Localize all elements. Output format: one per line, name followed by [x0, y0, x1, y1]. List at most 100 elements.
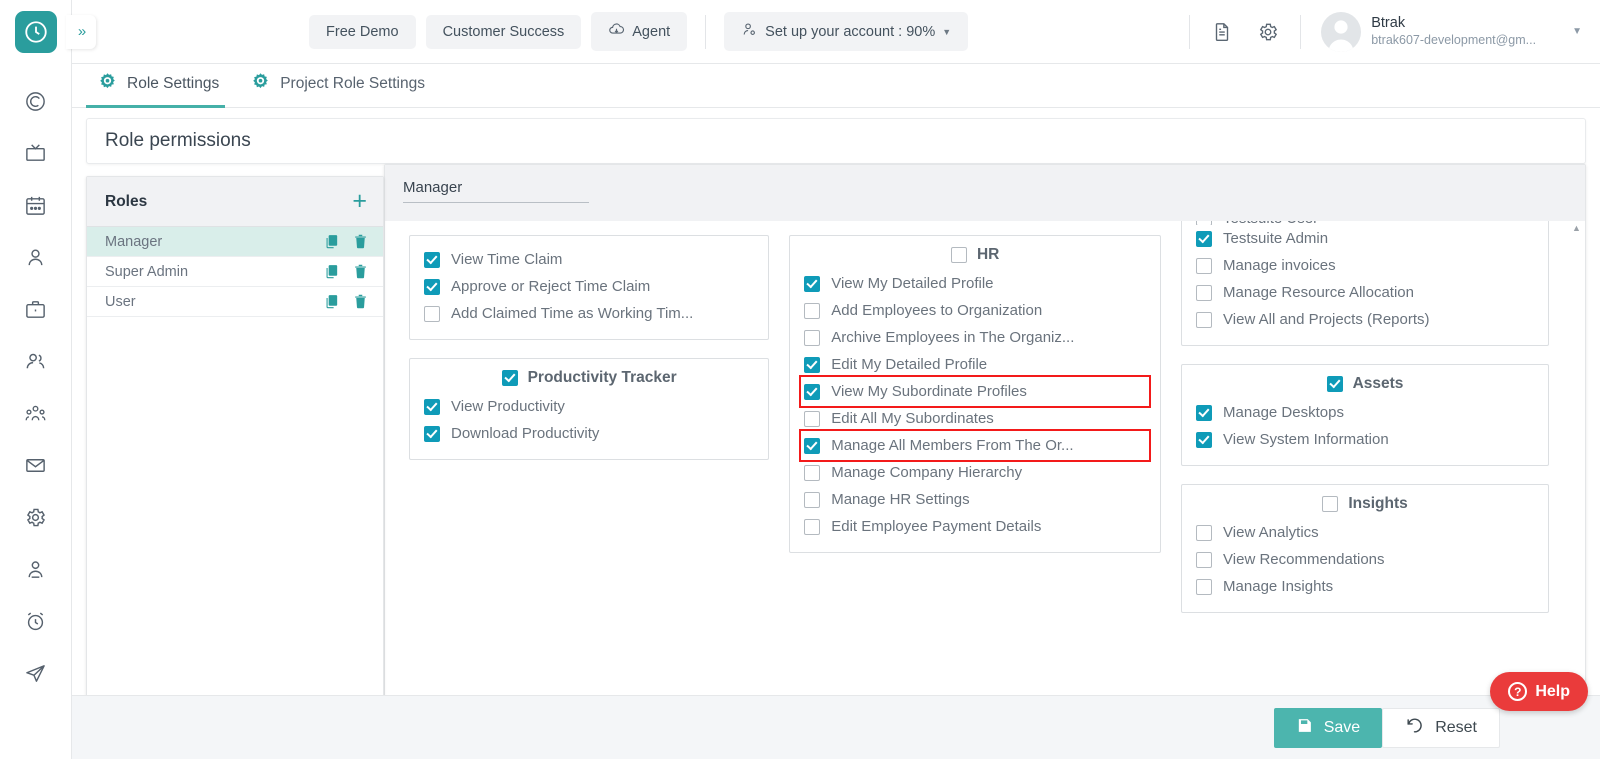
checkbox[interactable] [1196, 231, 1212, 247]
checkbox[interactable] [1322, 496, 1338, 512]
checkbox[interactable] [1196, 552, 1212, 568]
copy-icon[interactable] [323, 263, 340, 280]
permission-option[interactable]: View Analytics [1194, 519, 1536, 546]
checkbox[interactable] [1196, 285, 1212, 301]
user-badge-icon[interactable] [14, 550, 58, 588]
copy-icon[interactable] [323, 233, 340, 250]
chevron-double-right-icon[interactable]: » [66, 15, 96, 49]
permission-option[interactable]: View Recommendations [1194, 546, 1536, 573]
gear-icon[interactable] [14, 498, 58, 536]
permission-option[interactable]: Manage Company Hierarchy [802, 459, 1148, 486]
permission-option[interactable]: Manage Insights [1194, 573, 1536, 600]
send-paper-plane-icon[interactable] [14, 654, 58, 692]
trash-icon[interactable] [352, 293, 369, 310]
permission-label: View Recommendations [1223, 551, 1384, 568]
permission-option[interactable]: View System Information [1194, 426, 1536, 453]
users-icon[interactable] [14, 342, 58, 380]
permission-option[interactable]: Add Employees to Organization [802, 297, 1148, 324]
checkbox[interactable] [804, 303, 820, 319]
checkbox[interactable] [804, 357, 820, 373]
mail-icon[interactable] [14, 446, 58, 484]
checkbox[interactable] [502, 370, 518, 386]
permission-option[interactable]: View My Detailed Profile [802, 270, 1148, 297]
checkbox[interactable] [804, 411, 820, 427]
checkbox[interactable] [1196, 258, 1212, 274]
checkbox[interactable] [1196, 221, 1212, 225]
chevron-down-icon[interactable]: ▼ [1572, 26, 1582, 37]
role-row-user[interactable]: User [87, 287, 383, 317]
document-icon[interactable] [1200, 10, 1244, 54]
checkbox[interactable] [804, 384, 820, 400]
permission-option[interactable]: Add Claimed Time as Working Tim... [422, 300, 756, 327]
role-name-input[interactable] [403, 179, 589, 203]
setup-account-button[interactable]: Set up your account : 90% ▼ [724, 12, 968, 51]
checkbox[interactable] [1327, 376, 1343, 392]
permission-option[interactable]: Manage Desktops [1194, 399, 1536, 426]
tv-monitor-icon[interactable] [14, 134, 58, 172]
checkbox[interactable] [804, 492, 820, 508]
target-spiral-icon[interactable] [14, 82, 58, 120]
permission-option[interactable]: View All and Projects (Reports) [1194, 306, 1536, 333]
alarm-clock-icon[interactable] [14, 602, 58, 640]
checkbox[interactable] [1196, 525, 1212, 541]
permission-group-title-row[interactable]: Insights [1194, 495, 1536, 513]
role-row-super-admin[interactable]: Super Admin [87, 257, 383, 287]
permission-option[interactable]: Archive Employees in The Organiz... [802, 324, 1148, 351]
briefcase-icon[interactable] [14, 290, 58, 328]
trash-icon[interactable] [352, 263, 369, 280]
add-role-button[interactable]: + [352, 189, 367, 214]
trash-icon[interactable] [352, 233, 369, 250]
customer-success-button[interactable]: Customer Success [426, 15, 582, 49]
role-name: User [105, 294, 136, 310]
copy-icon[interactable] [323, 293, 340, 310]
permission-group-title-row[interactable]: Productivity Tracker [422, 369, 756, 387]
role-row-manager[interactable]: Manager [87, 227, 383, 257]
checkbox[interactable] [424, 399, 440, 415]
checkbox[interactable] [1196, 579, 1212, 595]
permission-option-highlighted[interactable]: View My Subordinate Profiles [802, 378, 1148, 405]
checkbox[interactable] [424, 306, 440, 322]
permission-option[interactable]: Edit My Detailed Profile [802, 351, 1148, 378]
checkbox[interactable] [1196, 312, 1212, 328]
checkbox[interactable] [804, 276, 820, 292]
permission-option-highlighted[interactable]: Manage All Members From The Or... [802, 432, 1148, 459]
permission-option[interactable]: Edit All My Subordinates [802, 405, 1148, 432]
checkbox[interactable] [804, 519, 820, 535]
permission-option[interactable]: Testsuite Admin [1194, 225, 1536, 252]
group-people-icon[interactable] [14, 394, 58, 432]
permission-option[interactable]: Download Productivity [422, 420, 756, 447]
checkbox[interactable] [1196, 405, 1212, 421]
checkbox[interactable] [1196, 432, 1212, 448]
permission-option[interactable]: Approve or Reject Time Claim [422, 273, 756, 300]
vertical-scrollbar[interactable]: ▲ ▼ [1570, 223, 1583, 701]
checkbox[interactable] [424, 252, 440, 268]
permission-group-title-row[interactable]: Assets [1194, 375, 1536, 393]
permission-group-title-row[interactable]: HR [802, 246, 1148, 264]
clock-logo-icon[interactable] [15, 11, 57, 53]
calendar-icon[interactable] [14, 186, 58, 224]
permissions-body: View Time Claim Approve or Reject Time C… [385, 221, 1585, 702]
checkbox[interactable] [804, 438, 820, 454]
tab-project-role-settings[interactable]: Project Role Settings [239, 72, 445, 107]
help-button[interactable]: ? Help [1490, 672, 1588, 711]
permission-option[interactable]: Manage Resource Allocation [1194, 279, 1536, 306]
checkbox[interactable] [424, 279, 440, 295]
scroll-up-arrow-icon[interactable]: ▲ [1572, 223, 1581, 233]
permission-option[interactable]: View Time Claim [422, 246, 756, 273]
tab-role-settings[interactable]: Role Settings [86, 72, 239, 107]
permission-option[interactable]: View Productivity [422, 393, 756, 420]
free-demo-button[interactable]: Free Demo [309, 15, 416, 49]
agent-button[interactable]: Agent [591, 12, 687, 51]
save-button[interactable]: Save [1274, 708, 1382, 748]
gear-icon[interactable] [1246, 10, 1290, 54]
reset-button[interactable]: Reset [1382, 708, 1500, 748]
checkbox[interactable] [951, 247, 967, 263]
user-icon[interactable] [14, 238, 58, 276]
checkbox[interactable] [804, 330, 820, 346]
checkbox[interactable] [804, 465, 820, 481]
permission-option[interactable]: Edit Employee Payment Details [802, 513, 1148, 540]
permission-option[interactable]: Manage HR Settings [802, 486, 1148, 513]
profile-menu[interactable]: Btrak btrak607-development@gm... ▼ [1311, 12, 1588, 52]
permission-option[interactable]: Manage invoices [1194, 252, 1536, 279]
checkbox[interactable] [424, 426, 440, 442]
